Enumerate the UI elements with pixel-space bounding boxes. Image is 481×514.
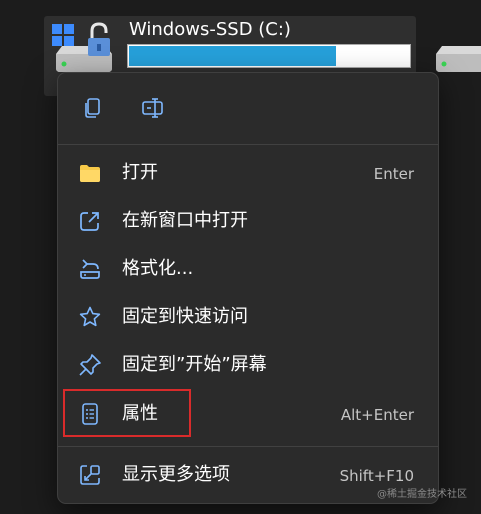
drive-icon-secondary [436, 46, 481, 72]
rename-button[interactable] [136, 91, 170, 125]
menu-item-shortcut: Alt+Enter [340, 406, 414, 424]
copy-icon [85, 98, 100, 118]
menu-item-label: 格式化... [122, 258, 194, 279]
drive-usage-fill [129, 46, 337, 66]
menu-item-pin-quick-access[interactable]: 固定到快速访问 [62, 297, 434, 337]
format-drive-icon [80, 259, 100, 279]
menu-item-label: 在新窗口中打开 [122, 210, 248, 231]
menu-item-shortcut: Shift+F10 [339, 467, 414, 485]
desktop-background: Windows-SSD (C:) 打开 Enter 在新窗口中打开 格式化...… [0, 0, 481, 514]
menu-item-label: 显示更多选项 [122, 464, 230, 485]
star-icon [79, 306, 101, 327]
drive-usage-bar [127, 44, 411, 68]
show-more-options-icon [80, 465, 100, 485]
menu-item-open-new-window[interactable]: 在新窗口中打开 [62, 201, 434, 241]
menu-item-label: 固定到快速访问 [122, 306, 248, 327]
pin-icon [79, 354, 101, 376]
menu-item-label: 打开 [122, 162, 158, 183]
menu-item-shortcut: Enter [373, 165, 414, 183]
folder-icon [80, 165, 100, 182]
context-menu: 打开 Enter 在新窗口中打开 格式化... 固定到快速访问 固定到”开始”屏… [57, 72, 439, 504]
menu-item-format[interactable]: 格式化... [62, 249, 434, 289]
open-new-window-icon [80, 212, 99, 231]
menu-item-pin-start[interactable]: 固定到”开始”屏幕 [62, 345, 434, 385]
menu-item-label: 固定到”开始”屏幕 [122, 354, 267, 375]
copy-button[interactable] [76, 91, 110, 125]
drive-c-icon [52, 22, 112, 72]
watermark: @稀土掘金技术社区 [377, 489, 467, 500]
highlight-annotation-box [63, 389, 191, 437]
menu-item-open[interactable]: 打开 Enter [62, 153, 434, 193]
menu-separator [58, 144, 438, 145]
menu-separator [58, 446, 438, 447]
rename-icon [142, 98, 163, 118]
drive-name: Windows-SSD (C:) [129, 19, 291, 40]
